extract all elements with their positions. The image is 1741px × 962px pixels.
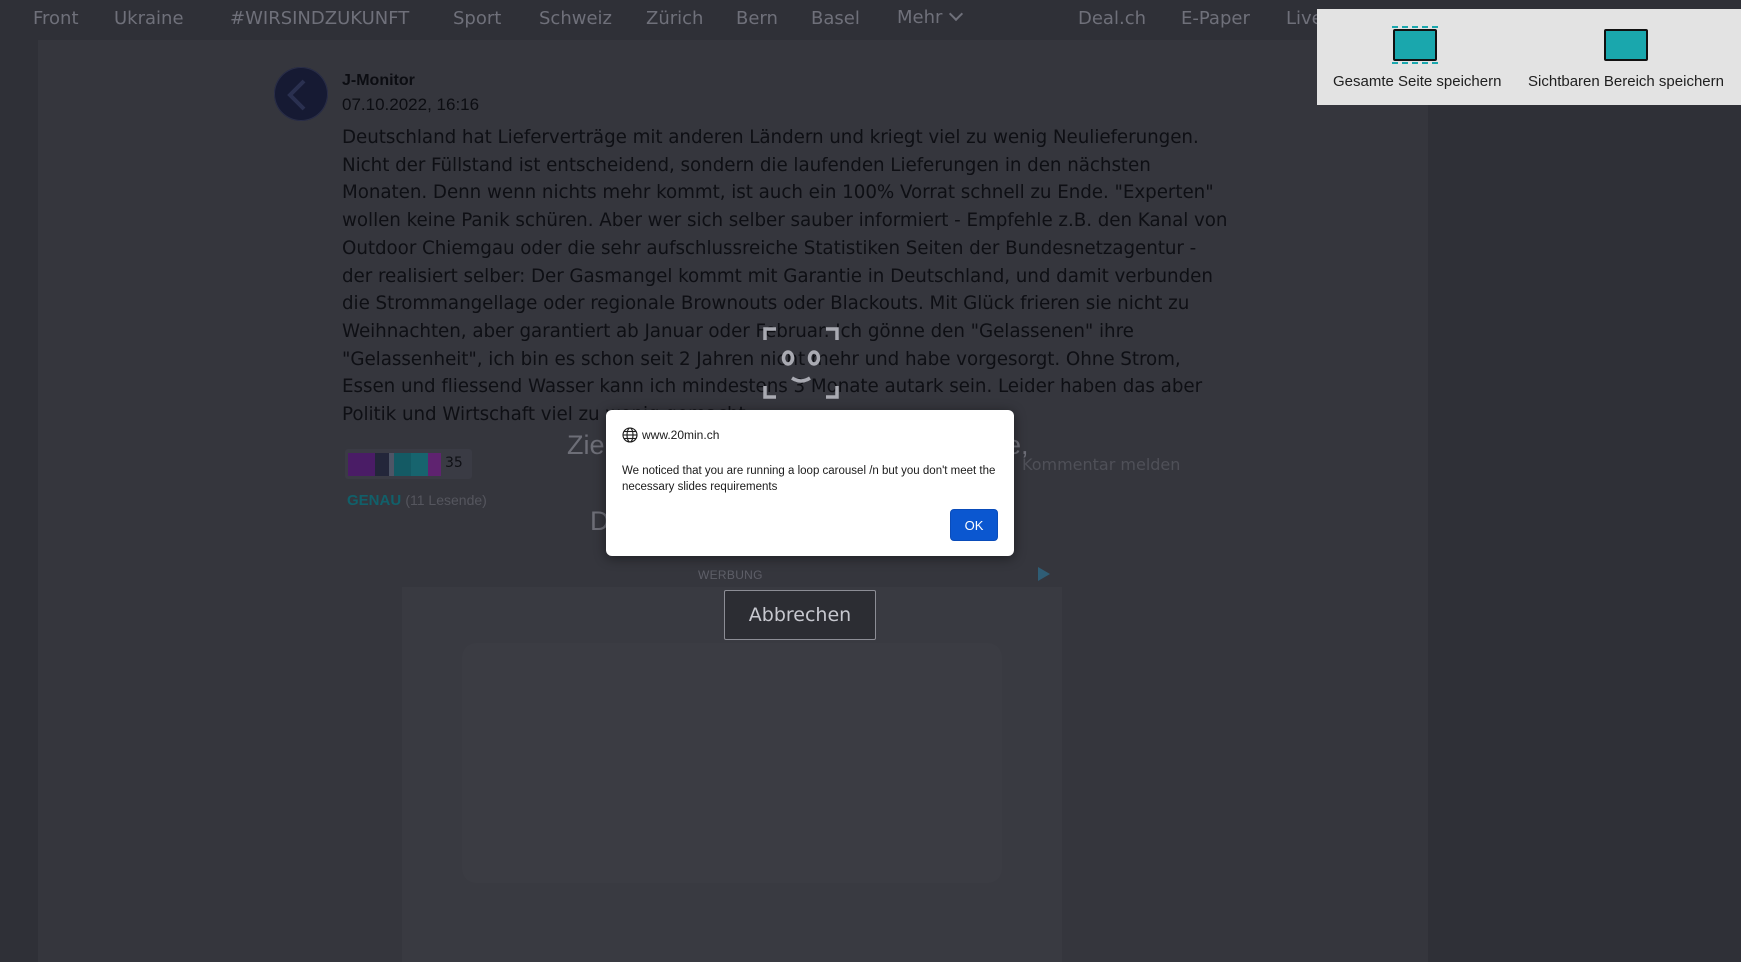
page-background: Front Ukraine #WIRSINDZUKUNFT Sport Schw… bbox=[0, 0, 1741, 962]
reaction-emoji[interactable] bbox=[375, 453, 389, 476]
save-full-page-label: Gesamte Seite speichern bbox=[1333, 73, 1502, 90]
comment-date: 07.10.2022, 16:16 bbox=[342, 95, 480, 114]
dialog-message: We noticed that you are running a loop c… bbox=[622, 465, 996, 493]
nav-epaper[interactable]: E-Paper bbox=[1181, 8, 1250, 29]
readers-count: (11 Lesende) bbox=[405, 492, 487, 508]
face-scan-icon bbox=[763, 327, 839, 399]
comment-line: wollen keine Panik schüren. Aber wer sic… bbox=[342, 210, 1228, 232]
comment-line: Outdoor Chiemgau oder die sehr aufschlus… bbox=[342, 237, 1197, 259]
cancel-button[interactable]: Abbrechen bbox=[724, 590, 876, 640]
ad-placeholder bbox=[462, 643, 1002, 883]
nav-front[interactable]: Front bbox=[33, 8, 79, 29]
nav-mehr-label: Mehr bbox=[897, 7, 943, 28]
comment-line: Monaten. Denn wenn nichts mehr kommt, is… bbox=[342, 182, 1214, 204]
ok-button[interactable]: OK bbox=[950, 509, 998, 541]
full-page-capture-icon bbox=[1392, 26, 1438, 64]
save-full-page-button[interactable]: Gesamte Seite speichern bbox=[1333, 26, 1502, 90]
nav-bern[interactable]: Bern bbox=[736, 8, 778, 29]
reaction-emoji[interactable] bbox=[348, 453, 375, 476]
nav-schweiz[interactable]: Schweiz bbox=[539, 8, 612, 29]
reaction-count: 35 bbox=[445, 455, 463, 471]
screenshot-tool-panel: Gesamte Seite speichern Sichtbaren Berei… bbox=[1317, 9, 1741, 105]
nav-mehr[interactable]: Mehr bbox=[897, 6, 964, 28]
nav-zuerich[interactable]: Zürich bbox=[646, 8, 703, 29]
alert-dialog: www.20min.ch We noticed that you are run… bbox=[606, 410, 1014, 556]
chevron-down-icon bbox=[949, 6, 964, 22]
comment-line: Nicht der Füllstand ist entscheidend, so… bbox=[342, 154, 1151, 176]
nav-sport[interactable]: Sport bbox=[453, 8, 501, 29]
comment-line: Deutschland hat Lieferverträge mit ander… bbox=[342, 127, 1199, 148]
reaction-emoji[interactable] bbox=[428, 453, 441, 476]
nav-deal[interactable]: Deal.ch bbox=[1078, 8, 1146, 29]
ad-label: WERBUNG bbox=[698, 568, 763, 582]
avatar-icon bbox=[287, 79, 306, 111]
adchoices-icon[interactable] bbox=[1038, 567, 1050, 581]
overlay-text-fragment: Zie bbox=[567, 430, 605, 460]
globe-icon bbox=[622, 427, 638, 443]
save-visible-area-button[interactable]: Sichtbaren Bereich speichern bbox=[1521, 29, 1731, 90]
comment-line: der realisiert selber: Der Gasmangel kom… bbox=[342, 265, 1213, 287]
nav-basel[interactable]: Basel bbox=[811, 8, 860, 29]
report-comment-link[interactable]: Kommentar melden bbox=[1022, 455, 1180, 474]
top-reaction-label: GENAU bbox=[347, 492, 402, 509]
nav-wirsindzukunft[interactable]: #WIRSINDZUKUNFT bbox=[230, 8, 409, 29]
nav-ukraine[interactable]: Ukraine bbox=[114, 8, 184, 29]
top-reaction: GENAU (11 Lesende) bbox=[347, 492, 487, 509]
comment-line: die Strommangellage oder regionale Brown… bbox=[342, 293, 1190, 315]
save-visible-area-label: Sichtbaren Bereich speichern bbox=[1528, 73, 1724, 90]
avatar bbox=[274, 67, 328, 121]
reaction-emoji[interactable] bbox=[411, 453, 428, 476]
reaction-emoji[interactable] bbox=[394, 453, 411, 476]
reaction-bar[interactable]: 35 bbox=[345, 449, 472, 479]
comment-author[interactable]: J-Monitor bbox=[342, 72, 415, 90]
visible-area-capture-icon bbox=[1604, 29, 1648, 61]
dialog-origin: www.20min.ch bbox=[642, 428, 720, 442]
